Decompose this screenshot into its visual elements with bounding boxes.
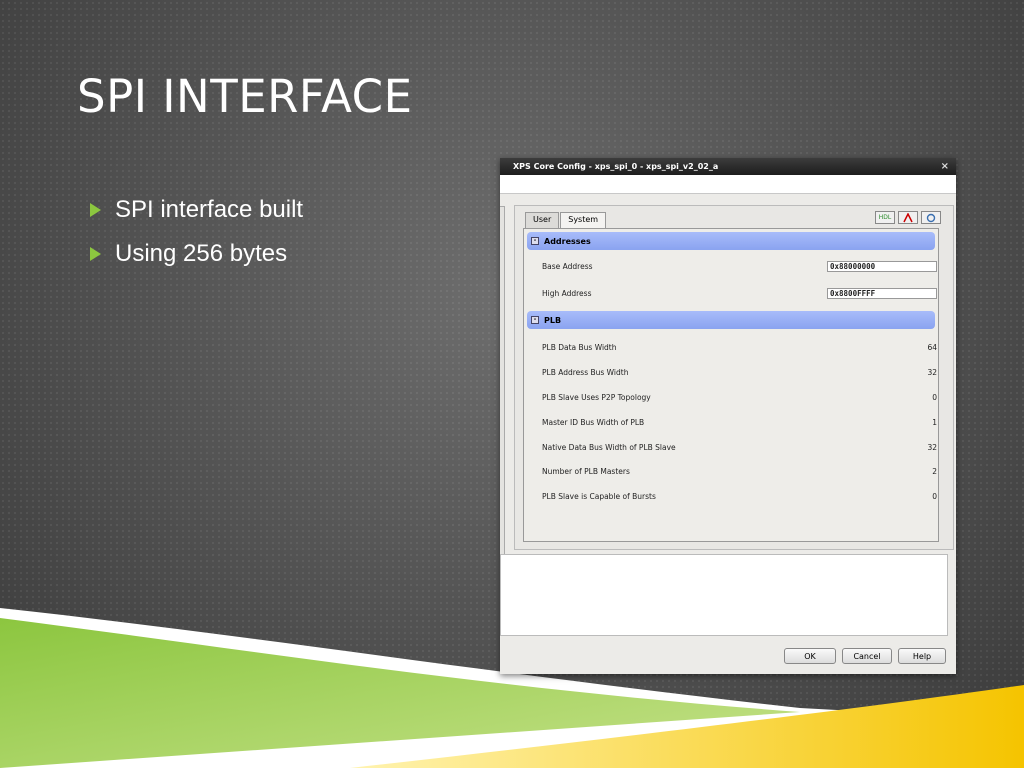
pdf-icon[interactable] bbox=[898, 211, 918, 224]
table-row: Master ID Bus Width of PLB 1 bbox=[542, 418, 937, 427]
row-value: 32 bbox=[927, 368, 937, 377]
message-pane bbox=[500, 554, 948, 636]
slide-title: SPI INTERFACE bbox=[77, 70, 413, 123]
bullet-list: SPI interface built Using 256 bytes bbox=[90, 188, 303, 276]
table-row: PLB Data Bus Width 64 bbox=[542, 343, 937, 352]
bullet-text: Using 256 bytes bbox=[115, 240, 288, 267]
collapse-icon[interactable]: - bbox=[531, 316, 539, 324]
row-value: 1 bbox=[932, 418, 937, 427]
row-high-address: High Address 0x8800FFFF bbox=[542, 288, 937, 299]
table-row: Native Data Bus Width of PLB Slave 32 bbox=[542, 443, 937, 452]
row-base-address: Base Address 0x88000000 bbox=[542, 261, 937, 272]
row-label: Native Data Bus Width of PLB Slave bbox=[542, 443, 676, 452]
cancel-button[interactable]: Cancel bbox=[842, 648, 892, 664]
row-value: 0 bbox=[932, 393, 937, 402]
bullet-item: SPI interface built bbox=[90, 188, 303, 232]
table-row: PLB Address Bus Width 32 bbox=[542, 368, 937, 377]
ok-button[interactable]: OK bbox=[784, 648, 836, 664]
table-row: PLB Slave Uses P2P Topology 0 bbox=[542, 393, 937, 402]
close-icon[interactable]: × bbox=[941, 161, 949, 172]
row-value: 0 bbox=[932, 492, 937, 501]
section-title: PLB bbox=[544, 315, 562, 325]
hdl-icon[interactable]: HDL bbox=[875, 211, 895, 224]
row-label: Base Address bbox=[542, 262, 593, 271]
table-row: PLB Slave is Capable of Bursts 0 bbox=[542, 492, 937, 501]
row-value: 2 bbox=[932, 467, 937, 476]
tab-system[interactable]: System bbox=[560, 212, 607, 229]
bullet-triangle-icon bbox=[90, 247, 101, 261]
row-label: Number of PLB Masters bbox=[542, 467, 630, 476]
dialog-title: XPS Core Config - xps_spi_0 - xps_spi_v2… bbox=[513, 162, 719, 171]
row-label: PLB Slave is Capable of Bursts bbox=[542, 492, 656, 501]
row-label: PLB Data Bus Width bbox=[542, 343, 617, 352]
row-label: PLB Slave Uses P2P Topology bbox=[542, 393, 651, 402]
section-plb[interactable]: - PLB bbox=[527, 311, 935, 329]
section-addresses[interactable]: - Addresses bbox=[527, 232, 935, 250]
toolbar-icons: HDL bbox=[875, 211, 941, 224]
settings-panel: - Addresses Base Address 0x88000000 High… bbox=[523, 228, 939, 542]
row-value: 32 bbox=[927, 443, 937, 452]
row-label: PLB Address Bus Width bbox=[542, 368, 629, 377]
xps-core-config-dialog: XPS Core Config - xps_spi_0 - xps_spi_v2… bbox=[500, 158, 956, 674]
bullet-triangle-icon bbox=[90, 203, 101, 217]
collapse-icon[interactable]: - bbox=[531, 237, 539, 245]
hdl-label: HDL bbox=[878, 214, 892, 221]
main-pane: User System HDL - Addresses Base Address… bbox=[514, 205, 954, 550]
dialog-titlebar[interactable]: XPS Core Config - xps_spi_0 - xps_spi_v2… bbox=[500, 158, 956, 175]
refresh-icon[interactable] bbox=[921, 211, 941, 224]
row-label: High Address bbox=[542, 289, 592, 298]
bullet-text: SPI interface built bbox=[115, 196, 304, 223]
bullet-item: Using 256 bytes bbox=[90, 232, 303, 276]
help-button[interactable]: Help bbox=[898, 648, 946, 664]
button-row: OK Cancel Help bbox=[784, 648, 946, 664]
table-row: Number of PLB Masters 2 bbox=[542, 467, 937, 476]
base-address-input[interactable]: 0x88000000 bbox=[827, 261, 937, 272]
section-title: Addresses bbox=[544, 236, 591, 246]
row-value: 64 bbox=[927, 343, 937, 352]
tab-user[interactable]: User bbox=[525, 212, 560, 229]
left-pane bbox=[500, 206, 505, 568]
high-address-input[interactable]: 0x8800FFFF bbox=[827, 288, 937, 299]
row-label: Master ID Bus Width of PLB bbox=[542, 418, 645, 427]
tab-bar: User System bbox=[525, 212, 607, 229]
dialog-top-strip bbox=[500, 175, 956, 194]
